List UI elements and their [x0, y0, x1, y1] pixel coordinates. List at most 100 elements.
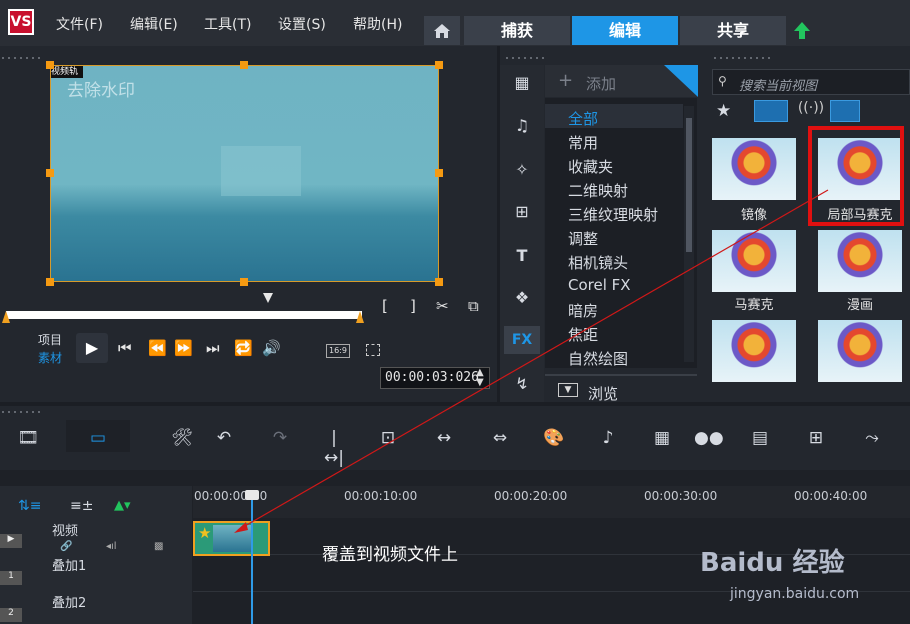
effect-thumbnail[interactable] [818, 230, 902, 292]
resize-handle[interactable] [435, 169, 443, 177]
transition-icon[interactable]: ✧ [510, 160, 534, 182]
play-button[interactable]: ▶ [76, 333, 108, 363]
repeat-icon[interactable]: 🔁 [234, 339, 253, 357]
search-input[interactable]: 搜索当前视图 [712, 69, 910, 95]
audio-mixer-icon[interactable]: ♪ [596, 428, 620, 448]
mark-out-button[interactable]: ] [410, 297, 416, 315]
category-item[interactable]: 二维映射 [568, 180, 628, 201]
ab-transition-icon[interactable]: ⊞ [510, 202, 534, 224]
title-icon[interactable]: T [510, 246, 534, 268]
effect-thumbnail[interactable] [712, 138, 796, 200]
step-forward-icon[interactable]: ⏩ [174, 339, 193, 357]
tab-edit[interactable]: 编辑 [572, 16, 678, 45]
graphics-icon[interactable]: ❖ [510, 288, 534, 310]
copy-icon[interactable]: ⧉ [468, 297, 479, 315]
crop-icon[interactable] [366, 344, 380, 356]
project-mode-label[interactable]: 项目 [38, 331, 62, 348]
browse-icon[interactable]: ▼ [558, 383, 578, 397]
add-label[interactable]: 添加 [586, 73, 616, 94]
menu-settings[interactable]: 设置(S) [278, 14, 326, 34]
ripple-edit-icon[interactable]: ▲▾ [114, 498, 131, 513]
playhead-handle[interactable] [245, 490, 259, 500]
track-visibility-icon[interactable]: ▩ [154, 541, 163, 552]
list-view-icon[interactable] [830, 100, 860, 122]
fx-filter-icon[interactable]: FX [504, 326, 540, 354]
video-preview[interactable]: 视频轨 去除水印 [50, 65, 439, 282]
category-item[interactable]: 焦距 [568, 324, 598, 345]
link-icon[interactable]: 🔗 [60, 541, 72, 552]
category-item[interactable]: 三维纹理映射 [568, 204, 658, 225]
category-item[interactable]: 暗房 [568, 300, 598, 321]
effect-thumbnail[interactable] [712, 320, 796, 382]
category-item[interactable]: 全部 [568, 108, 598, 129]
favorite-add-icon[interactable]: ★ [716, 101, 731, 121]
tab-share[interactable]: 共享 [680, 16, 786, 45]
trim-icon[interactable]: ⊡ [376, 428, 400, 448]
resize-handle[interactable] [240, 61, 248, 69]
effect-thumbnail[interactable] [712, 230, 796, 292]
step-back-icon[interactable]: ⏪ [148, 339, 167, 357]
storyboard-view-icon[interactable]: 🎞 [16, 428, 40, 448]
track-manager-icon[interactable]: ⇅≡ [18, 498, 41, 514]
home-tab[interactable] [424, 16, 460, 45]
add-track-icon[interactable]: ≡± [70, 498, 93, 514]
scrollbar-thumb[interactable] [686, 118, 692, 252]
category-item[interactable]: 调整 [568, 228, 598, 249]
resize-handle[interactable] [46, 278, 54, 286]
motion-icon[interactable]: ⤳ [860, 428, 884, 448]
subtitle-icon[interactable]: ▤ [748, 428, 772, 448]
tab-capture[interactable]: 捕获 [464, 16, 570, 45]
panel-grip[interactable] [0, 410, 44, 414]
resize-handle[interactable] [435, 278, 443, 286]
resize-handle[interactable] [46, 61, 54, 69]
add-icon[interactable]: + [558, 70, 573, 91]
audio-icon[interactable]: ♫ [510, 116, 534, 138]
resize-handle[interactable] [46, 169, 54, 177]
preview-scrub-bar[interactable] [6, 311, 362, 319]
effect-thumbnail[interactable] [818, 320, 902, 382]
menu-tools[interactable]: 工具(T) [204, 14, 251, 34]
audio-view-icon[interactable]: ((·)) [796, 100, 826, 122]
overlay-icon[interactable]: ●● [694, 428, 724, 448]
category-item[interactable]: 相机镜头 [568, 252, 628, 273]
mark-in-button[interactable]: [ [382, 297, 388, 315]
redo-icon[interactable]: ↷ [268, 428, 292, 448]
browse-label[interactable]: 浏览 [588, 383, 740, 405]
timecode-stepper[interactable]: ▲ ▼ [476, 368, 484, 388]
volume-icon[interactable]: 🔊 [262, 339, 281, 357]
multicam-icon[interactable]: ▦ [650, 428, 674, 448]
clip-mode-label[interactable]: 素材 [38, 349, 62, 366]
panel-grip[interactable] [0, 56, 44, 60]
category-item[interactable]: Corel FX [568, 276, 631, 294]
path-icon[interactable]: ↯ [510, 374, 534, 396]
category-item[interactable]: 常用 [568, 132, 598, 153]
panel-grip[interactable] [504, 56, 548, 60]
menu-edit[interactable]: 编辑(E) [130, 14, 178, 34]
app-logo[interactable]: VS [8, 9, 34, 35]
menu-help[interactable]: 帮助(H) [353, 14, 402, 34]
category-item[interactable]: 自然绘图 [568, 348, 628, 369]
color-icon[interactable]: 🎨 [542, 428, 566, 448]
upload-icon[interactable] [793, 20, 811, 40]
expand-icon[interactable]: ⇔ [488, 428, 512, 448]
resize-handle[interactable] [240, 278, 248, 286]
aspect-ratio-button[interactable]: 16:9 [326, 344, 350, 358]
media-icon[interactable]: ▦ [510, 73, 534, 95]
timecode-display[interactable]: 00:00:03:026 [380, 367, 490, 389]
skip-start-icon[interactable]: ⏮ [118, 339, 132, 357]
panel-grip[interactable] [712, 56, 772, 60]
annotation-caption: 覆盖到视频文件上 [322, 545, 458, 565]
undo-icon[interactable]: ↶ [212, 428, 236, 448]
track-volume-icon[interactable]: ◂ıl [106, 541, 117, 552]
tools-icon[interactable]: 🛠 [170, 428, 194, 448]
view-filter-icon[interactable] [754, 100, 788, 122]
timeline-playhead[interactable] [251, 494, 253, 624]
category-item[interactable]: 收藏夹 [568, 156, 613, 177]
resize-handle[interactable] [435, 61, 443, 69]
menu-file[interactable]: 文件(F) [56, 14, 103, 34]
skip-end-icon[interactable]: ⏭ [206, 339, 220, 357]
scissors-icon[interactable]: ✂ [436, 297, 449, 315]
split-icon[interactable]: ↔ [432, 428, 456, 448]
split-screen-icon[interactable]: ⊞ [804, 428, 828, 448]
fit-icon[interactable]: |↔| [322, 428, 346, 468]
